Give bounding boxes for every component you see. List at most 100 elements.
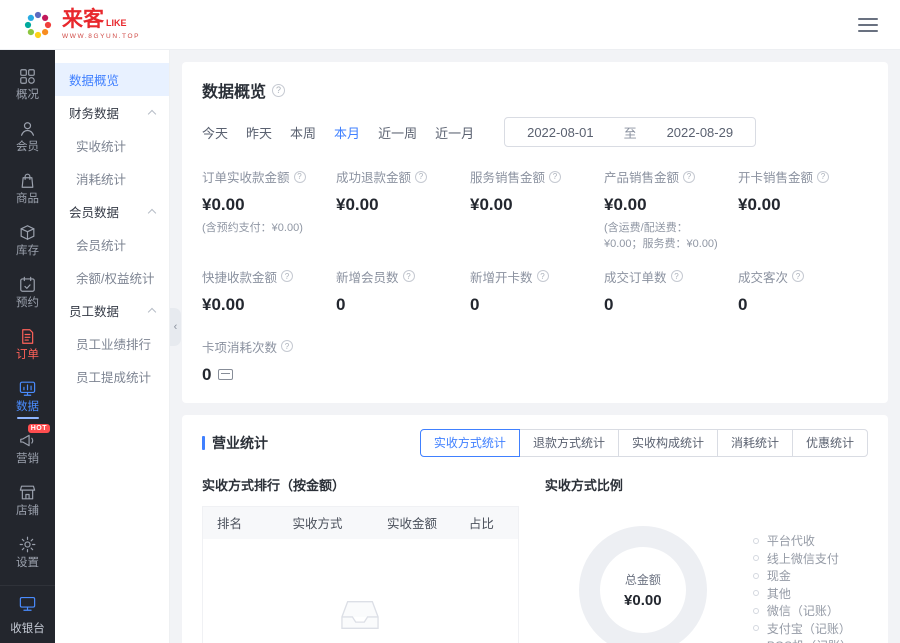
- stat-value: ¥0.00: [202, 295, 332, 315]
- nav-label: 店铺: [16, 506, 39, 518]
- legend-item[interactable]: 现金: [753, 567, 852, 585]
- main-content: 数据概览 ? 今天 昨天 本周 本月 近一周 近一月 2022-08-01 至 …: [170, 50, 900, 643]
- submenu-item-member-stats[interactable]: 会员统计: [55, 228, 169, 261]
- nav-item-cashier[interactable]: 收银台: [0, 585, 55, 643]
- legend-label: 支付宝（记账）: [767, 620, 851, 637]
- legend-item[interactable]: 其他: [753, 584, 852, 602]
- help-icon[interactable]: ?: [671, 270, 683, 282]
- stat-customer-visits: 成交客次? 0: [738, 267, 868, 315]
- date-filter-row: 今天 昨天 本周 本月 近一周 近一月 2022-08-01 至 2022-08…: [202, 117, 868, 147]
- help-icon[interactable]: ?: [549, 171, 561, 183]
- stat-product-sales: 产品销售金额? ¥0.00 (含运费/配送费：¥0.00；服务费：¥0.00): [604, 167, 734, 253]
- range-tab-this-month[interactable]: 本月: [334, 123, 360, 142]
- submenu-item-consumption-stats[interactable]: 消耗统计: [55, 162, 169, 195]
- submenu-item-income-stats[interactable]: 实收统计: [55, 129, 169, 162]
- stat-value: 0: [470, 295, 600, 315]
- col-ratio: 占比: [455, 513, 518, 532]
- member-icon: [18, 119, 37, 138]
- submenu-group-staff-data[interactable]: 员工数据: [55, 294, 169, 327]
- stat-label: 成交客次: [738, 267, 788, 286]
- biz-tab-consumption[interactable]: 消耗统计: [717, 429, 793, 457]
- help-icon[interactable]: ?: [294, 171, 306, 183]
- submenu-group-finance-data[interactable]: 财务数据: [55, 96, 169, 129]
- nav-item-inventory[interactable]: 库存: [0, 214, 55, 266]
- legend-item[interactable]: 支付宝（记账）: [753, 619, 852, 637]
- stat-label: 卡项消耗次数: [202, 337, 277, 356]
- stat-value: ¥0.00: [738, 195, 868, 215]
- help-icon[interactable]: ?: [281, 270, 293, 282]
- range-tab-this-week[interactable]: 本周: [290, 123, 316, 142]
- nav-label: 概况: [16, 90, 39, 102]
- help-icon[interactable]: ?: [792, 270, 804, 282]
- legend-dot-icon: [753, 538, 759, 544]
- nav-item-settings[interactable]: 设置: [0, 526, 55, 578]
- order-doc-icon: [18, 327, 37, 346]
- submenu-item-staff-performance-rank[interactable]: 员工业绩排行: [55, 327, 169, 360]
- submenu-item-balance-rights-stats[interactable]: 余额/权益统计: [55, 261, 169, 294]
- storefront-icon: [18, 483, 37, 502]
- stat-value: 0: [738, 295, 868, 315]
- col-rank: 排名: [203, 513, 279, 532]
- nav-item-orders[interactable]: 订单: [0, 318, 55, 370]
- date-range-picker[interactable]: 2022-08-01 至 2022-08-29: [504, 117, 756, 147]
- help-icon[interactable]: ?: [403, 270, 415, 282]
- nav-label: 数据: [16, 402, 39, 414]
- nav-item-booking[interactable]: 预约: [0, 266, 55, 318]
- nav-item-marketing[interactable]: HOT 营销: [0, 422, 55, 474]
- nav-item-data[interactable]: 数据: [0, 370, 55, 422]
- donut-chart: 总金额 ¥0.00: [579, 526, 707, 643]
- submenu-item-data-overview[interactable]: 数据概览: [55, 63, 169, 96]
- nav-label: 库存: [16, 246, 39, 258]
- submenu-group-member-data[interactable]: 会员数据: [55, 195, 169, 228]
- biz-tab-refund-method[interactable]: 退款方式统计: [519, 429, 619, 457]
- help-icon[interactable]: ?: [817, 171, 829, 183]
- help-icon[interactable]: ?: [683, 171, 695, 183]
- help-icon[interactable]: ?: [415, 171, 427, 183]
- sidebar-collapse-handle[interactable]: ‹: [170, 308, 181, 346]
- range-tab-today[interactable]: 今天: [202, 123, 228, 142]
- date-to: 2022-08-29: [667, 125, 734, 140]
- range-tab-last-week[interactable]: 近一周: [378, 123, 417, 142]
- nav-label: 预约: [16, 298, 39, 310]
- empty-state: 暂无数据: [203, 539, 518, 643]
- help-icon[interactable]: ?: [272, 84, 285, 97]
- calendar-check-icon: [18, 275, 37, 294]
- biz-tab-income-method[interactable]: 实收方式统计: [420, 429, 520, 457]
- nav-item-overview[interactable]: 概况: [0, 58, 55, 110]
- brand-subtitle: WWW.8GYUN.TOP: [62, 33, 140, 40]
- hamburger-menu-icon[interactable]: [858, 18, 878, 32]
- legend-label: 其他: [767, 585, 791, 602]
- biz-tab-discount[interactable]: 优惠统计: [792, 429, 868, 457]
- help-icon[interactable]: ?: [281, 340, 293, 352]
- nav-item-products[interactable]: 商品: [0, 162, 55, 214]
- legend-item[interactable]: 微信（记账）: [753, 602, 852, 620]
- brand-name-cn: 来客: [62, 9, 104, 30]
- legend-dot-icon: [753, 555, 759, 561]
- stat-note: (含预约支付：¥0.00): [202, 221, 332, 237]
- legend-item[interactable]: 线上微信支付: [753, 549, 852, 567]
- stat-label: 成功退款金额: [336, 167, 411, 186]
- stat-label: 新增会员数: [336, 267, 399, 286]
- range-tab-last-month[interactable]: 近一月: [435, 123, 474, 142]
- stat-label: 成交订单数: [604, 267, 667, 286]
- nav-label: 收银台: [10, 620, 45, 636]
- income-ranking-panel: 实收方式排行（按金额） 排名 实收方式 实收金额 占比 暂无数据: [202, 475, 519, 643]
- submenu-group-label: 财务数据: [69, 103, 119, 122]
- cashier-monitor-icon: [18, 594, 37, 616]
- legend-item[interactable]: 平台代收: [753, 532, 852, 550]
- submenu-item-staff-commission-stats[interactable]: 员工提成统计: [55, 360, 169, 393]
- stat-value: 0: [604, 295, 734, 315]
- biz-tab-income-composition[interactable]: 实收构成统计: [618, 429, 718, 457]
- legend-item[interactable]: POS机（记账）: [753, 637, 852, 643]
- stat-label: 新增开卡数: [470, 267, 533, 286]
- legend-dot-icon: [753, 608, 759, 614]
- income-ratio-panel: 实收方式比例 总金额 ¥0.00 平台代收 线上微信支付 现金 其他 微信（记账…: [545, 475, 868, 643]
- nav-item-members[interactable]: 会员: [0, 110, 55, 162]
- box-icon: [18, 223, 37, 242]
- stat-label: 快捷收款金额: [202, 267, 277, 286]
- business-title: 营业统计: [212, 433, 268, 453]
- range-tab-yesterday[interactable]: 昨天: [246, 123, 272, 142]
- stat-value: ¥0.00: [202, 195, 332, 215]
- help-icon[interactable]: ?: [537, 270, 549, 282]
- nav-item-shop[interactable]: 店铺: [0, 474, 55, 526]
